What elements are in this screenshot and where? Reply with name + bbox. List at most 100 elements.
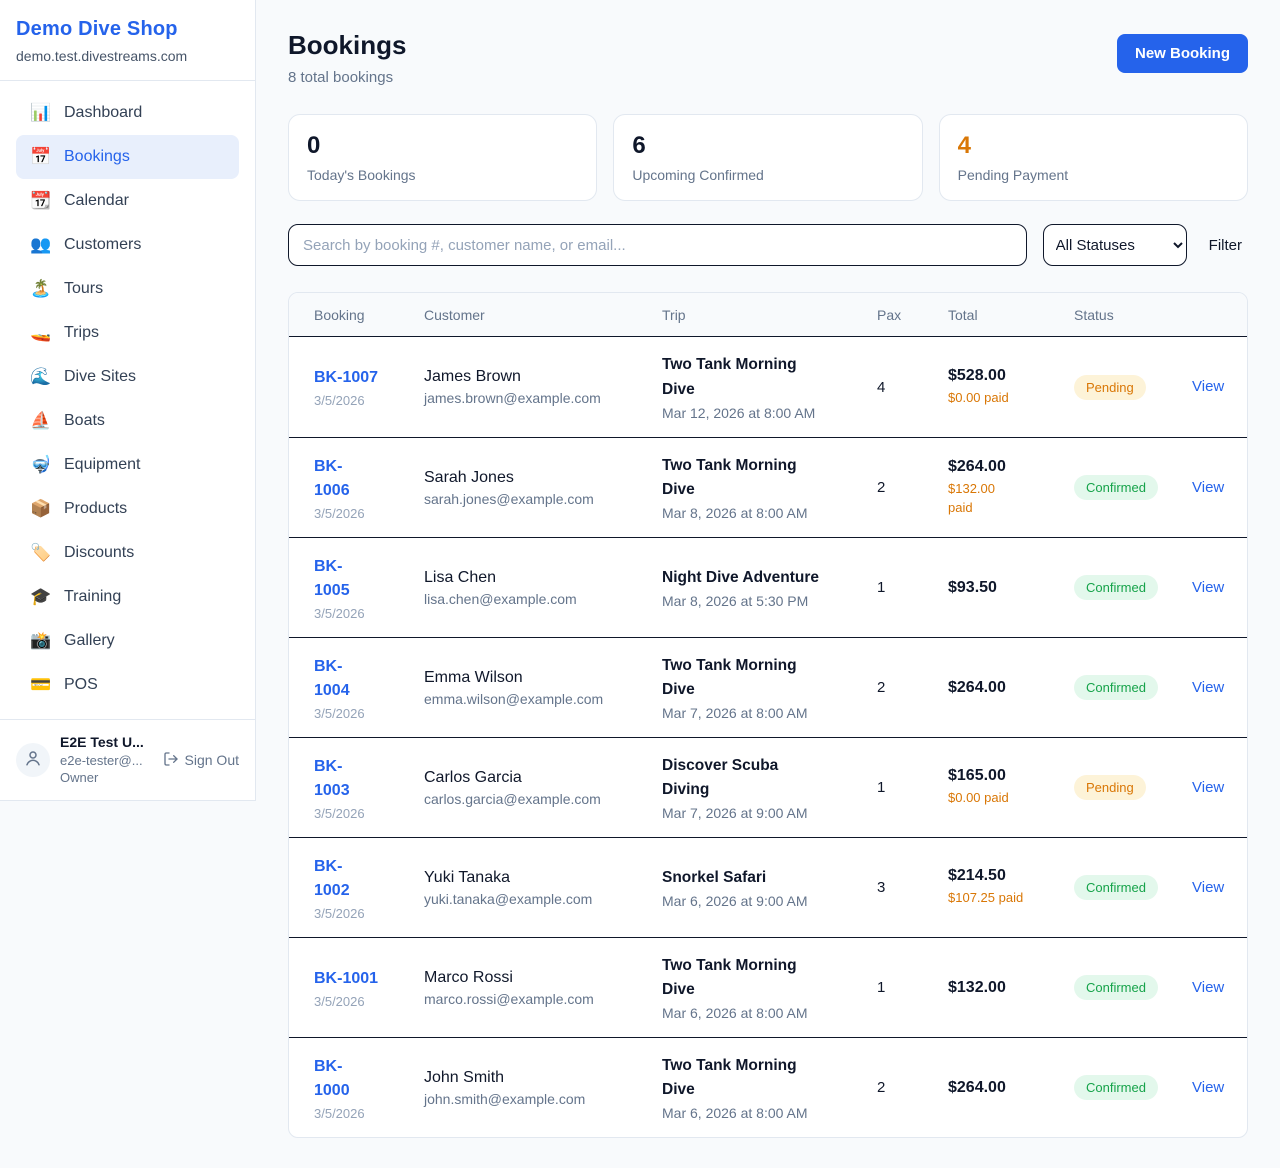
sidebar-item-discounts[interactable]: 🏷️ Discounts — [16, 531, 239, 575]
booking-id-link[interactable]: BK- 1006 — [314, 455, 350, 503]
sidebar-item-training[interactable]: 🎓 Training — [16, 575, 239, 619]
view-link[interactable]: View — [1192, 779, 1224, 796]
trip-datetime: Mar 8, 2026 at 5:30 PM — [662, 593, 867, 609]
sidebar-item-label: Training — [64, 588, 121, 606]
sidebar-item-customers[interactable]: 👥 Customers — [16, 223, 239, 267]
total-amount: $214.50 — [948, 867, 1064, 885]
trip-name: Two Tank Morning Dive — [662, 954, 867, 1002]
column-header-pax: Pax — [877, 307, 948, 323]
stat-value: 6 — [632, 132, 903, 160]
total-amount: $264.00 — [948, 458, 1064, 476]
table-row: BK- 1000 3/5/2026 John Smith john.smith@… — [289, 1037, 1247, 1137]
customer-name: John Smith — [424, 1069, 652, 1087]
sidebar-item-boats[interactable]: ⛵ Boats — [16, 399, 239, 443]
column-header-status: Status — [1074, 307, 1192, 323]
equipment-icon: 🤿 — [28, 455, 54, 475]
user-icon — [24, 749, 42, 772]
stat-label: Today's Bookings — [307, 167, 578, 183]
sidebar-item-products[interactable]: 📦 Products — [16, 487, 239, 531]
main-content: Bookings 8 total bookings New Booking 0 … — [256, 0, 1280, 1168]
search-input[interactable] — [288, 224, 1027, 266]
booking-id-link[interactable]: BK- 1003 — [314, 755, 350, 803]
sidebar-item-calendar[interactable]: 📆 Calendar — [16, 179, 239, 223]
view-link[interactable]: View — [1192, 1079, 1224, 1096]
table-row: BK- 1002 3/5/2026 Yuki Tanaka yuki.tanak… — [289, 837, 1247, 937]
sidebar-item-gallery[interactable]: 📸 Gallery — [16, 619, 239, 663]
pax-count: 4 — [877, 379, 948, 396]
paid-amount: $107.25 paid — [948, 889, 1064, 908]
booking-date: 3/5/2026 — [314, 506, 414, 521]
customer-email: john.smith@example.com — [424, 1091, 652, 1107]
training-icon: 🎓 — [28, 587, 54, 607]
view-link[interactable]: View — [1192, 579, 1224, 596]
boats-icon: ⛵ — [28, 411, 54, 431]
user-name: E2E Test U... — [60, 733, 144, 752]
trip-name: Two Tank Morning Dive — [662, 654, 867, 702]
stat-card: 0 Today's Bookings — [288, 114, 597, 201]
column-header-customer: Customer — [424, 307, 662, 323]
sign-out-label: Sign Out — [185, 752, 239, 768]
sidebar-item-trips[interactable]: 🚤 Trips — [16, 311, 239, 355]
sidebar-nav: 📊 Dashboard 📅 Bookings 📆 Calendar 👥 Cust… — [0, 81, 255, 719]
status-select[interactable]: All Statuses — [1043, 224, 1187, 266]
booking-date: 3/5/2026 — [314, 706, 414, 721]
view-link[interactable]: View — [1192, 679, 1224, 696]
sidebar-item-pos[interactable]: 💳 POS — [16, 663, 239, 707]
sidebar-item-equipment[interactable]: 🤿 Equipment — [16, 443, 239, 487]
bookings-icon: 📅 — [28, 147, 54, 167]
booking-id-link[interactable]: BK-1001 — [314, 967, 378, 991]
filter-row: All Statuses Filter — [288, 224, 1248, 266]
status-badge: Pending — [1074, 375, 1146, 400]
user-section: E2E Test U... e2e-tester@... Owner Sign … — [0, 719, 255, 800]
view-link[interactable]: View — [1192, 479, 1224, 496]
booking-id-link[interactable]: BK-1007 — [314, 366, 378, 390]
table-row: BK-1001 3/5/2026 Marco Rossi marco.rossi… — [289, 937, 1247, 1037]
customer-email: yuki.tanaka@example.com — [424, 891, 652, 907]
customer-name: Marco Rossi — [424, 969, 652, 987]
view-link[interactable]: View — [1192, 879, 1224, 896]
pax-count: 1 — [877, 979, 948, 996]
sidebar-item-bookings[interactable]: 📅 Bookings — [16, 135, 239, 179]
products-icon: 📦 — [28, 499, 54, 519]
stat-label: Pending Payment — [958, 167, 1229, 183]
sidebar-item-tours[interactable]: 🏝️ Tours — [16, 267, 239, 311]
customer-name: Yuki Tanaka — [424, 869, 652, 887]
paid-amount: $0.00 paid — [948, 389, 1064, 408]
brand-block: Demo Dive Shop demo.test.divestreams.com — [0, 0, 255, 81]
sidebar-item-label: Products — [64, 500, 127, 518]
customers-icon: 👥 — [28, 235, 54, 255]
total-amount: $264.00 — [948, 679, 1064, 697]
customer-email: james.brown@example.com — [424, 390, 652, 406]
booking-id-link[interactable]: BK- 1004 — [314, 655, 350, 703]
sign-out-button[interactable]: Sign Out — [163, 751, 239, 770]
column-header-trip: Trip — [662, 307, 877, 323]
sidebar-item-label: Gallery — [64, 632, 115, 650]
status-badge: Confirmed — [1074, 875, 1158, 900]
sidebar-item-dive-sites[interactable]: 🌊 Dive Sites — [16, 355, 239, 399]
column-header-booking: Booking — [314, 307, 424, 323]
user-role: Owner — [60, 769, 144, 787]
booking-id-link[interactable]: BK- 1002 — [314, 855, 350, 903]
table-row: BK-1007 3/5/2026 James Brown james.brown… — [289, 337, 1247, 437]
shop-name: Demo Dive Shop — [16, 18, 239, 41]
calendar-icon: 📆 — [28, 191, 54, 211]
filter-button[interactable]: Filter — [1203, 237, 1248, 254]
sidebar-item-label: Discounts — [64, 544, 134, 562]
stat-cards: 0 Today's Bookings 6 Upcoming Confirmed … — [288, 114, 1248, 201]
booking-id-link[interactable]: BK- 1000 — [314, 1055, 350, 1103]
stat-value: 0 — [307, 132, 578, 160]
sidebar-item-label: Boats — [64, 412, 105, 430]
trip-name: Night Dive Adventure — [662, 566, 867, 590]
booking-id-link[interactable]: BK- 1005 — [314, 555, 350, 603]
trip-datetime: Mar 7, 2026 at 9:00 AM — [662, 805, 867, 821]
stat-card: 6 Upcoming Confirmed — [613, 114, 922, 201]
trip-datetime: Mar 7, 2026 at 8:00 AM — [662, 705, 867, 721]
sidebar-item-dashboard[interactable]: 📊 Dashboard — [16, 91, 239, 135]
sidebar-item-label: Bookings — [64, 148, 130, 166]
paid-amount: $132.00 paid — [948, 480, 1064, 518]
sidebar-item-label: Trips — [64, 324, 99, 342]
new-booking-button[interactable]: New Booking — [1117, 34, 1248, 73]
view-link[interactable]: View — [1192, 979, 1224, 996]
gallery-icon: 📸 — [28, 631, 54, 651]
view-link[interactable]: View — [1192, 378, 1224, 395]
